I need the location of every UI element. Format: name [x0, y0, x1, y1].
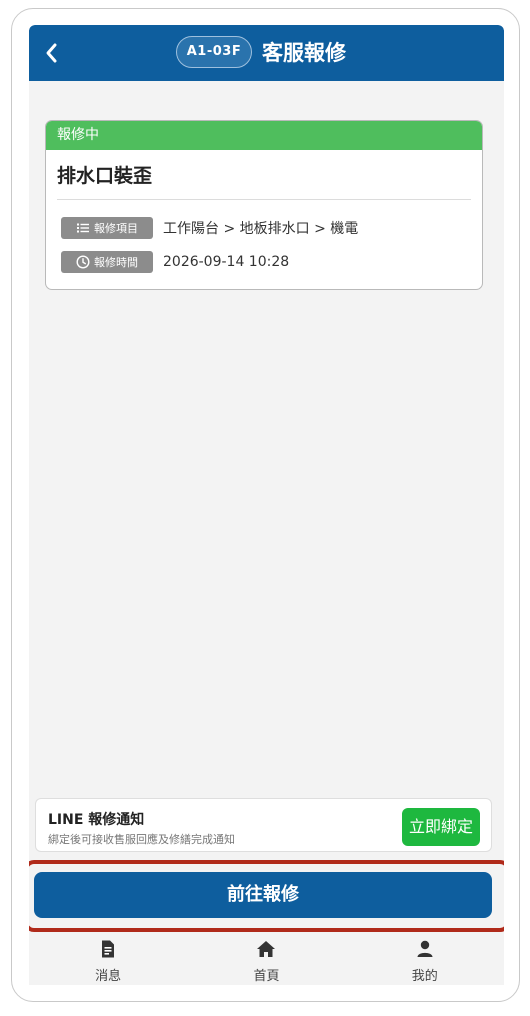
phone-frame: A1-03F 客服報修 報修中 排水口裝歪 報修項目 工作陽台 > 地板排水口 …: [11, 8, 520, 1002]
tab-profile-label: 我的: [411, 969, 438, 984]
user-icon: [417, 940, 433, 957]
status-badge: 報修中: [46, 121, 482, 150]
tab-profile[interactable]: 我的: [375, 933, 475, 985]
app-screen: A1-03F 客服報修 報修中 排水口裝歪 報修項目 工作陽台 > 地板排水口 …: [29, 25, 504, 985]
repair-item-tag-label: 報修項目: [94, 222, 138, 235]
repair-title: 排水口裝歪: [57, 165, 153, 187]
highlight-frame: 前往報修: [29, 860, 504, 932]
home-icon: [257, 941, 276, 957]
page-title: 客服報修: [262, 41, 346, 65]
unit-badge: A1-03F: [176, 36, 252, 68]
repair-time-row: 報修時間 2026-09-14 10:28: [61, 251, 289, 273]
tab-news[interactable]: 消息: [58, 933, 158, 985]
tab-news-label: 消息: [95, 969, 122, 984]
repair-time-tag: 報修時間: [61, 251, 153, 273]
repair-item-row: 報修項目 工作陽台 > 地板排水口 > 機電: [61, 217, 358, 239]
repair-time-tag-label: 報修時間: [94, 256, 138, 269]
chevron-left-icon: [46, 43, 57, 63]
divider: [57, 199, 471, 200]
clock-icon: [76, 255, 90, 269]
repair-card[interactable]: 報修中 排水口裝歪 報修項目 工作陽台 > 地板排水口 > 機電 報修時間 20…: [45, 120, 483, 290]
repair-item-tag: 報修項目: [61, 217, 153, 239]
repair-item-value: 工作陽台 > 地板排水口 > 機電: [163, 221, 359, 237]
line-notify-description: 綁定後可接收售服回應及修繕完成通知: [48, 833, 235, 846]
go-repair-button[interactable]: 前往報修: [34, 872, 492, 918]
document-icon: [102, 940, 115, 958]
back-button[interactable]: [45, 39, 69, 67]
app-header: A1-03F 客服報修: [29, 25, 504, 81]
repair-time-value: 2026-09-14 10:28: [163, 254, 290, 270]
bind-line-button[interactable]: 立即綁定: [402, 808, 480, 846]
bottom-tab-bar: 消息 首頁 我的: [29, 933, 504, 985]
line-notify-panel: LINE 報修通知 綁定後可接收售服回應及修繕完成通知 立即綁定: [35, 798, 492, 852]
list-icon: [77, 223, 89, 233]
tab-home[interactable]: 首頁: [216, 933, 316, 985]
tab-home-label: 首頁: [253, 969, 280, 984]
line-notify-title: LINE 報修通知: [48, 812, 145, 828]
